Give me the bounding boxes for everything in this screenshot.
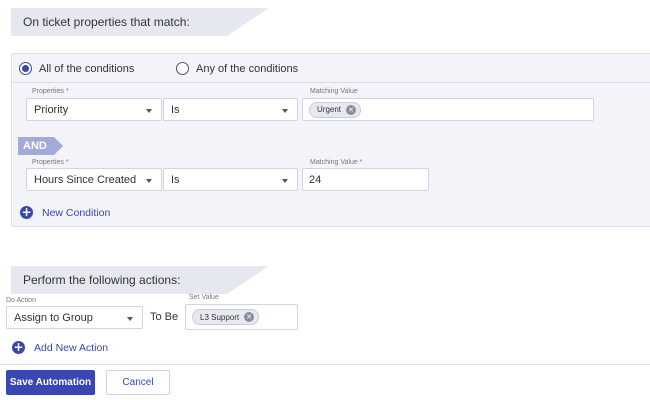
and-joiner-label: AND (23, 140, 47, 152)
set-value-field[interactable]: L3 Support ✕ (185, 304, 298, 330)
plus-circle-icon: + (20, 205, 33, 219)
row1-property-value: Priority (34, 103, 69, 116)
cancel-button[interactable]: Cancel (106, 370, 170, 395)
do-action-value: Assign to Group (14, 311, 93, 324)
row1-operator-value: Is (171, 103, 180, 116)
chevron-down-icon (146, 109, 152, 113)
radio-unchecked-icon (176, 62, 189, 75)
row1-value-label: Matching Value (310, 88, 358, 95)
match-mode-radio-group: All of the conditions Any of the conditi… (12, 54, 650, 83)
save-automation-button[interactable]: Save Automation (6, 370, 95, 395)
match-any-radio[interactable]: Any of the conditions (176, 62, 298, 75)
row2-property-value: Hours Since Created (34, 173, 137, 186)
row2-operator-select[interactable]: Is (163, 168, 298, 191)
to-be-label: To Be (150, 311, 179, 323)
row2-property-select[interactable]: Hours Since Created (26, 168, 162, 191)
urgent-chip-label: Urgent (317, 105, 342, 114)
match-all-label: All of the conditions (39, 62, 135, 75)
cancel-label: Cancel (122, 377, 154, 388)
actions-section-title: Perform the following actions: (11, 266, 269, 294)
chevron-down-icon (127, 317, 133, 321)
l3-support-chip: L3 Support ✕ (192, 309, 260, 325)
new-condition-label: New Condition (42, 206, 111, 219)
row1-operator-select[interactable]: Is (163, 98, 298, 121)
do-action-label: Do Action (6, 297, 36, 304)
row2-value-label: Matching Value * (310, 159, 363, 166)
l3-support-chip-label: L3 Support (200, 312, 240, 322)
row1-property-label: Properties * (32, 88, 69, 95)
row1-value-field[interactable]: Urgent ✕ (302, 98, 594, 121)
save-automation-label: Save Automation (9, 377, 92, 388)
plus-circle-icon: + (12, 340, 25, 354)
conditions-panel: All of the conditions Any of the conditi… (11, 53, 650, 227)
radio-checked-icon (19, 62, 32, 75)
actions-title-text: Perform the following actions: (23, 273, 181, 287)
do-action-select[interactable]: Assign to Group (6, 306, 143, 329)
match-all-radio[interactable]: All of the conditions (19, 62, 134, 75)
set-value-label: Set Value (189, 294, 219, 301)
match-any-label: Any of the conditions (196, 62, 299, 75)
row1-property-select[interactable]: Priority (26, 98, 162, 121)
row2-operator-value: Is (171, 173, 180, 186)
and-joiner-tag: AND (18, 137, 63, 155)
row2-value-text: 24 (309, 173, 322, 186)
chevron-down-icon (282, 179, 288, 183)
chevron-down-icon (282, 109, 288, 113)
row2-value-input[interactable]: 24 (302, 168, 429, 191)
add-new-action-button[interactable]: + Add New Action (12, 341, 108, 354)
close-circle-icon[interactable]: ✕ (346, 104, 357, 115)
chevron-down-icon (146, 179, 152, 183)
conditions-title-text: On ticket properties that match: (23, 15, 190, 29)
footer-divider (0, 364, 650, 365)
row2-property-label: Properties * (32, 159, 69, 166)
urgent-chip: Urgent ✕ (309, 101, 362, 118)
conditions-section-title: On ticket properties that match: (11, 8, 269, 36)
close-circle-icon[interactable]: ✕ (244, 312, 255, 322)
new-condition-button[interactable]: + New Condition (20, 206, 110, 219)
add-new-action-label: Add New Action (34, 341, 109, 354)
